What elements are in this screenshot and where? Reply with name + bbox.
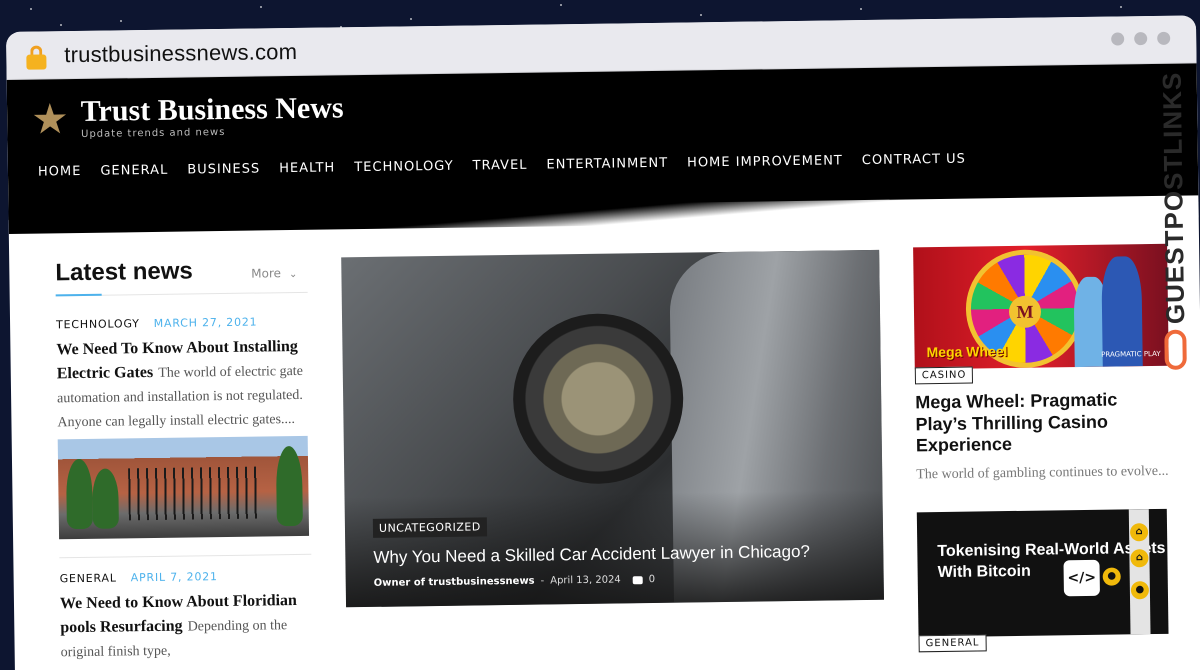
nav-item-technology[interactable]: TECHNOLOGY [354, 159, 454, 175]
nav-item-contract-us[interactable]: CONTRACT US [862, 152, 966, 168]
latest-news-heading: Latest news [55, 257, 193, 287]
lock-icon [26, 44, 47, 70]
window-controls [1111, 31, 1171, 46]
site-tagline: Update trends and news [81, 126, 226, 140]
featured-category-badge[interactable]: UNCATEGORIZED [372, 517, 487, 538]
featured-author[interactable]: Owner of trustbusinessnews [374, 576, 535, 589]
sidebar-posts: M Mega Wheel PRAGMATIC PLAY CASINO Mega … [913, 243, 1173, 659]
comment-icon[interactable] [632, 575, 643, 584]
latest-news-header: Latest news More ⌄ [55, 255, 308, 297]
link-icon [1164, 329, 1187, 370]
car-wheel-image [512, 312, 685, 485]
list-item: TECHNOLOGY MARCH 27, 2021 We Need To Kno… [56, 315, 311, 540]
main-nav: HOME GENERAL BUSINESS HEALTH TECHNOLOGY … [32, 149, 1174, 180]
chevron-down-icon: ⌄ [288, 268, 298, 281]
nav-item-home-improvement[interactable]: HOME IMPROVEMENT [687, 153, 843, 170]
guestpostlinks-watermark: GUESTPOSTLINKS [1157, 72, 1191, 372]
coin-icon: ● [1102, 567, 1121, 587]
featured-caption: UNCATEGORIZED Why You Need a Skilled Car… [372, 511, 811, 589]
more-dropdown[interactable]: More ⌄ [251, 266, 298, 281]
watermark-text: GUESTPOSTLINKS [1156, 71, 1191, 325]
post-date: MARCH 27, 2021 [153, 315, 258, 330]
site-header: ★ Trust Business News Update trends and … [6, 63, 1199, 220]
post-category[interactable]: TECHNOLOGY [56, 317, 140, 331]
post-date: APRIL 7, 2021 [130, 570, 218, 585]
nav-item-home[interactable]: HOME [38, 164, 82, 180]
latest-news-column: Latest news More ⌄ TECHNOLOGY MARCH 27, 2… [55, 255, 313, 664]
nav-item-travel[interactable]: TRAVEL [473, 158, 528, 174]
nav-item-general[interactable]: GENERAL [100, 163, 168, 179]
divider [59, 554, 312, 559]
featured-post[interactable]: UNCATEGORIZED Why You Need a Skilled Car… [341, 249, 885, 608]
meta-separator: - [540, 575, 545, 587]
list-item: GENERAL APRIL 7, 2021 We Need to Know Ab… [60, 569, 313, 664]
star-logo-icon: ★ [30, 93, 70, 144]
site-title[interactable]: Trust Business News [81, 91, 344, 128]
nav-item-entertainment[interactable]: ENTERTAINMENT [546, 156, 668, 173]
post-excerpt: The world of gambling continues to evolv… [916, 463, 1169, 483]
post-category-badge[interactable]: CASINO [914, 366, 974, 385]
featured-title[interactable]: Why You Need a Skilled Car Accident Lawy… [373, 542, 810, 568]
code-icon: </> [1063, 560, 1100, 597]
main-content: Latest news More ⌄ TECHNOLOGY MARCH 27, 2… [9, 203, 1200, 670]
window-dot-icon[interactable] [1157, 31, 1171, 45]
address-bar[interactable]: trustbusinessnews.com [64, 38, 297, 67]
window-dot-icon[interactable] [1134, 32, 1148, 46]
browser-window: trustbusinessnews.com ★ Trust Business N… [6, 15, 1200, 670]
nav-item-business[interactable]: BUSINESS [187, 161, 260, 177]
post-category[interactable]: GENERAL [60, 572, 117, 586]
btc-thumbnail[interactable]: Tokenising Real-World Assets With Bitcoi… [916, 509, 1169, 638]
post-category-badge[interactable]: GENERAL [918, 634, 987, 653]
mega-wheel-logo: Mega Wheel [926, 343, 1008, 361]
casino-thumbnail[interactable]: M Mega Wheel PRAGMATIC PLAY [913, 243, 1169, 370]
more-label: More [251, 266, 282, 281]
site-logo[interactable]: ★ Trust Business News Update trends and … [30, 82, 1173, 144]
comment-count[interactable]: 0 [649, 574, 656, 585]
pragmatic-play-logo: PRAGMATIC PLAY [1101, 349, 1161, 359]
window-dot-icon[interactable] [1111, 32, 1125, 46]
featured-date: April 13, 2024 [550, 574, 621, 587]
post-title[interactable]: Mega Wheel: Pragmatic Play’s Thrilling C… [915, 389, 1170, 457]
post-thumbnail[interactable] [57, 436, 310, 540]
nav-item-health[interactable]: HEALTH [279, 160, 335, 176]
